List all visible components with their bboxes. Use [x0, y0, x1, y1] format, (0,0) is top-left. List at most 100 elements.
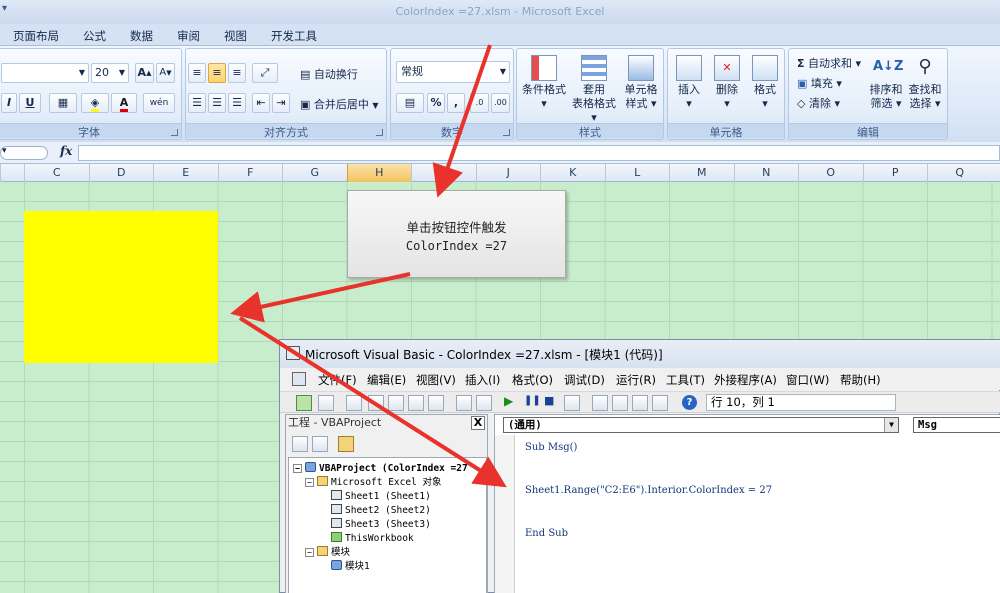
align-left-button[interactable]: ☰	[188, 93, 206, 113]
column-header-f[interactable]: F	[217, 164, 283, 182]
font-launcher-icon[interactable]	[171, 129, 178, 136]
code-line-end[interactable]: End Sub	[525, 528, 568, 539]
italic-button[interactable]: I	[1, 93, 17, 113]
run-icon[interactable]: ▶	[504, 394, 513, 408]
merge-center-button[interactable]: ▣ 合并后居中 ▼	[300, 96, 379, 112]
currency-button[interactable]: ▤	[396, 93, 424, 113]
align-middle-button[interactable]: ≡	[208, 63, 226, 83]
dropdown-icon[interactable]: ▼	[884, 418, 898, 432]
column-header-c[interactable]: C	[24, 164, 89, 182]
menu-addins[interactable]: 外接程序(A)	[714, 372, 777, 388]
wrap-text-button[interactable]: ▤ 自动换行	[300, 66, 358, 82]
tree-module1[interactable]: 模块1	[331, 560, 370, 573]
name-box[interactable]: ▾	[0, 146, 48, 160]
column-header-o[interactable]: O	[798, 164, 863, 182]
menu-insert[interactable]: 插入(I)	[465, 372, 500, 388]
menu-file[interactable]: 文件(F)	[318, 372, 357, 388]
menu-window[interactable]: 窗口(W)	[786, 372, 829, 388]
tab-data[interactable]: 数据	[130, 28, 153, 44]
insert-module-icon[interactable]	[318, 395, 334, 411]
conditional-format-button[interactable]: 条件格式 ▾	[519, 55, 569, 111]
sort-filter-button[interactable]: A↓Z 排序和 筛选 ▾	[867, 55, 905, 111]
menu-tools[interactable]: 工具(T)	[666, 372, 705, 388]
autosum-button[interactable]: Σ 自动求和 ▾	[797, 55, 861, 71]
menu-help[interactable]: 帮助(H)	[840, 372, 881, 388]
view-excel-icon[interactable]	[296, 395, 312, 411]
design-mode-icon[interactable]	[564, 395, 580, 411]
collapse-icon[interactable]: −	[305, 548, 314, 557]
tab-view[interactable]: 视图	[224, 28, 247, 44]
font-color-button[interactable]: A	[111, 93, 137, 113]
project-explorer-icon[interactable]	[592, 395, 608, 411]
object-combo[interactable]: (通用) ▼	[503, 417, 899, 433]
shrink-font-button[interactable]: A▼	[156, 63, 175, 83]
menu-edit[interactable]: 编辑(E)	[367, 372, 406, 388]
toggle-folders-icon[interactable]	[338, 436, 354, 452]
number-format-select[interactable]: 常规 ▼	[396, 61, 510, 83]
save-icon[interactable]	[346, 395, 362, 411]
undo-icon[interactable]	[456, 395, 472, 411]
tree-sheet2[interactable]: Sheet2 (Sheet2)	[331, 504, 431, 517]
formula-input[interactable]	[78, 145, 1000, 161]
insert-function-icon[interactable]: fx	[60, 144, 72, 158]
menu-view[interactable]: 视图(V)	[416, 372, 456, 388]
increase-decimal-button[interactable]: .0	[470, 93, 489, 113]
tree-root[interactable]: − VBAProject (ColorIndex =27	[293, 462, 468, 475]
tree-sheet1[interactable]: Sheet1 (Sheet1)	[331, 490, 431, 503]
properties-icon[interactable]	[612, 395, 628, 411]
grow-font-button[interactable]: A▲	[135, 63, 154, 83]
insert-button[interactable]: 插入 ▾	[672, 55, 706, 111]
decrease-indent-button[interactable]: ⇤	[252, 93, 270, 113]
menu-debug[interactable]: 调试(D)	[564, 372, 605, 388]
redo-icon[interactable]	[476, 395, 492, 411]
column-header-j[interactable]: J	[475, 164, 541, 182]
column-header-k[interactable]: K	[540, 164, 605, 182]
alignment-launcher-icon[interactable]	[376, 129, 383, 136]
increase-indent-button[interactable]: ⇥	[272, 93, 290, 113]
macro-button[interactable]: 单击按钮控件触发 ColorIndex =27	[347, 190, 566, 278]
border-button[interactable]: ▦	[49, 93, 77, 113]
find-icon[interactable]	[428, 395, 444, 411]
copy-icon[interactable]	[388, 395, 404, 411]
underline-button[interactable]: U	[19, 93, 41, 113]
align-center-button[interactable]: ☰	[208, 93, 226, 113]
cut-icon[interactable]	[368, 395, 384, 411]
comma-button[interactable]: ,	[447, 93, 465, 113]
tab-review[interactable]: 审阅	[177, 28, 200, 44]
column-header-e[interactable]: E	[153, 164, 218, 182]
paste-icon[interactable]	[408, 395, 424, 411]
align-top-button[interactable]: ≡	[188, 63, 206, 83]
column-header-q[interactable]: Q	[927, 164, 992, 182]
pause-icon[interactable]: ❚❚	[524, 395, 541, 406]
clear-button[interactable]: ◇ 清除 ▾	[797, 95, 840, 111]
object-browser-icon[interactable]	[632, 395, 648, 411]
column-header-d[interactable]: D	[88, 164, 154, 182]
find-select-button[interactable]: ⚲ 查找和 选择 ▾	[905, 55, 945, 111]
number-launcher-icon[interactable]	[503, 129, 510, 136]
align-right-button[interactable]: ☰	[228, 93, 246, 113]
tree-modules[interactable]: − 模块	[305, 546, 350, 559]
column-header-p[interactable]: P	[862, 164, 928, 182]
percent-button[interactable]: %	[427, 93, 445, 113]
code-line-body[interactable]: Sheet1.Range("C2:E6").Interior.ColorInde…	[525, 485, 772, 496]
decrease-decimal-button[interactable]: .00	[491, 93, 510, 113]
format-button[interactable]: 格式 ▾	[748, 55, 782, 111]
font-name-select[interactable]: ▼	[1, 63, 89, 83]
fill-color-button[interactable]: ◈	[81, 93, 109, 113]
procedure-combo[interactable]: Msg	[913, 417, 1000, 433]
fill-button[interactable]: ▣ 填充 ▾	[797, 75, 842, 91]
column-header-m[interactable]: M	[669, 164, 734, 182]
close-icon[interactable]: X	[471, 416, 485, 430]
delete-button[interactable]: ✕ 删除 ▾	[710, 55, 744, 111]
tree-excel-objects[interactable]: − Microsoft Excel 对象	[305, 476, 442, 489]
tab-developer[interactable]: 开发工具	[271, 28, 317, 44]
column-header-h[interactable]: H	[346, 164, 411, 182]
align-bottom-button[interactable]: ≡	[228, 63, 246, 83]
help-icon[interactable]: ?	[682, 395, 697, 410]
phonetic-button[interactable]: wén	[143, 93, 175, 113]
menu-format[interactable]: 格式(O)	[512, 372, 553, 388]
orientation-button[interactable]: ⤢	[252, 63, 278, 83]
cell-style-button[interactable]: 单元格 样式 ▾	[619, 55, 663, 111]
menu-run[interactable]: 运行(R)	[616, 372, 656, 388]
column-header-partial[interactable]	[0, 164, 24, 182]
